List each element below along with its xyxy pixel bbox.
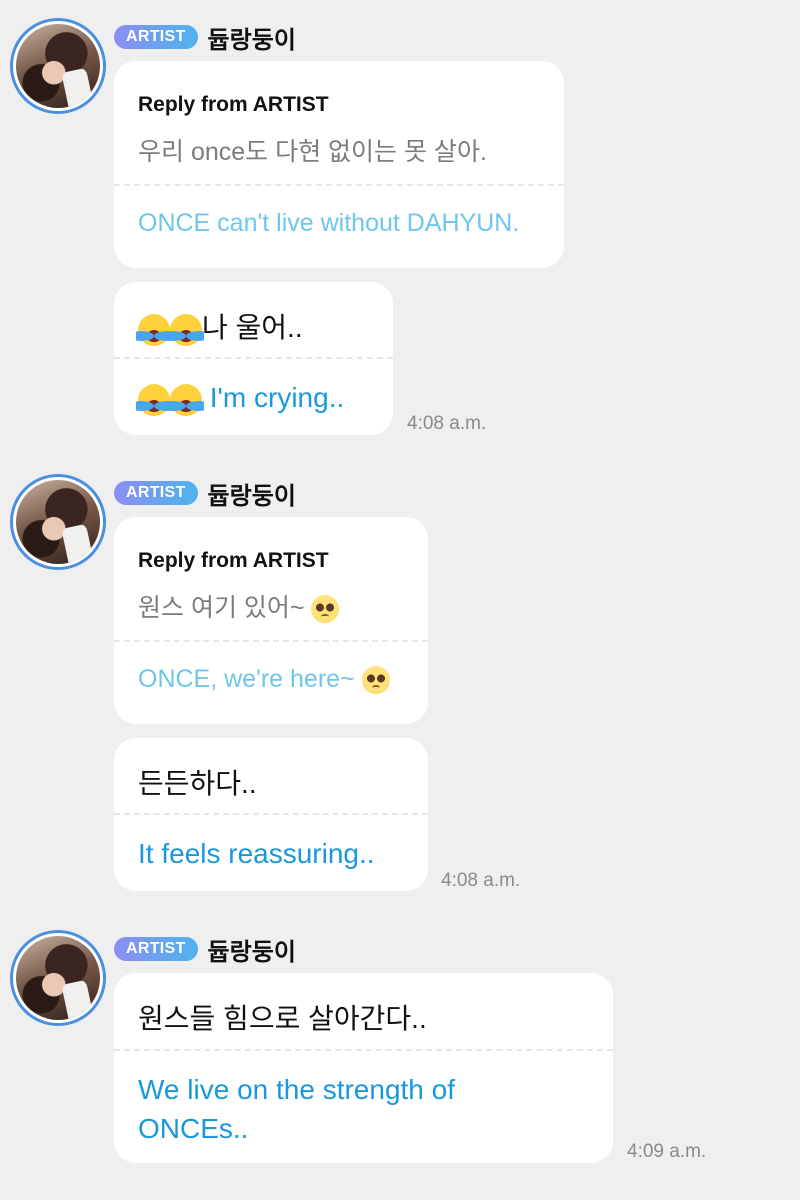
avatar[interactable]: [10, 18, 106, 114]
message-korean-words: 나 울어..: [202, 312, 303, 343]
reply-english-translation: ONCE can't live without DAHYUN.: [138, 209, 520, 237]
avatar-photo: [16, 936, 100, 1020]
sender-row: ARTIST 듑랑둥이: [114, 476, 296, 511]
reply-label: Reply from ARTIST: [138, 93, 329, 116]
loudly-crying-face-icon: [168, 313, 204, 346]
message-korean-text: 나 울어..: [136, 306, 303, 346]
pleading-face-icon: [311, 595, 340, 624]
reply-english-translation: ONCE, we're here~: [138, 665, 390, 695]
pleading-face-icon: [361, 666, 390, 695]
reply-korean-text: 우리 once도 다현 없이는 못 살아.: [138, 138, 487, 166]
reply-label: Reply from ARTIST: [138, 549, 329, 572]
avatar-photo: [16, 480, 100, 564]
sender-name[interactable]: 듑랑둥이: [208, 476, 296, 511]
translation-divider: [114, 1049, 613, 1051]
message-english-words: I'm crying..: [202, 382, 345, 413]
reply-bubble-2[interactable]: Reply from ARTIST 원스 여기 있어~ ONCE, we're …: [114, 517, 428, 724]
sender-row: ARTIST 듑랑둥이: [114, 20, 296, 55]
message-bubble-3[interactable]: 원스들 힘으로 살아간다.. We live on the strength o…: [114, 973, 613, 1163]
reply-english-words: ONCE, we're here~: [138, 665, 362, 693]
artist-badge: ARTIST: [114, 481, 198, 505]
loudly-crying-face-icon: [168, 383, 204, 416]
reply-korean-words: 원스 여기 있어~: [138, 594, 312, 622]
reply-bubble-1[interactable]: Reply from ARTIST 우리 once도 다현 없이는 못 살아. …: [114, 61, 564, 268]
sender-name[interactable]: 듑랑둥이: [208, 20, 296, 55]
timestamp: 4:08 a.m.: [441, 870, 521, 891]
message-korean-text: 원스들 힘으로 살아간다..: [138, 1003, 427, 1034]
loudly-crying-face-icon: [136, 383, 172, 416]
sender-name[interactable]: 듑랑둥이: [208, 932, 296, 967]
timestamp: 4:09 a.m.: [627, 1141, 707, 1162]
timestamp: 4:08 a.m.: [407, 413, 487, 434]
translation-divider: [114, 184, 564, 186]
artist-badge: ARTIST: [114, 937, 198, 961]
artist-badge: ARTIST: [114, 25, 198, 49]
sender-row: ARTIST 듑랑둥이: [114, 932, 296, 967]
message-english-translation-line-2: ONCEs..: [138, 1113, 249, 1144]
avatar[interactable]: [10, 930, 106, 1026]
message-english-translation: It feels reassuring..: [138, 838, 375, 869]
message-english-translation: I'm crying..: [136, 382, 345, 416]
loudly-crying-face-icon: [136, 313, 172, 346]
reply-korean-text: 원스 여기 있어~: [138, 588, 340, 624]
translation-divider: [114, 640, 428, 642]
message-bubble-1[interactable]: 나 울어.. I'm crying..: [114, 282, 393, 435]
translation-divider: [114, 357, 393, 359]
avatar[interactable]: [10, 474, 106, 570]
message-bubble-2[interactable]: 든든하다.. It feels reassuring..: [114, 738, 428, 891]
message-english-translation-line-1: We live on the strength of: [138, 1074, 455, 1105]
avatar-photo: [16, 24, 100, 108]
message-korean-text: 든든하다..: [138, 768, 257, 799]
translation-divider: [114, 813, 428, 815]
